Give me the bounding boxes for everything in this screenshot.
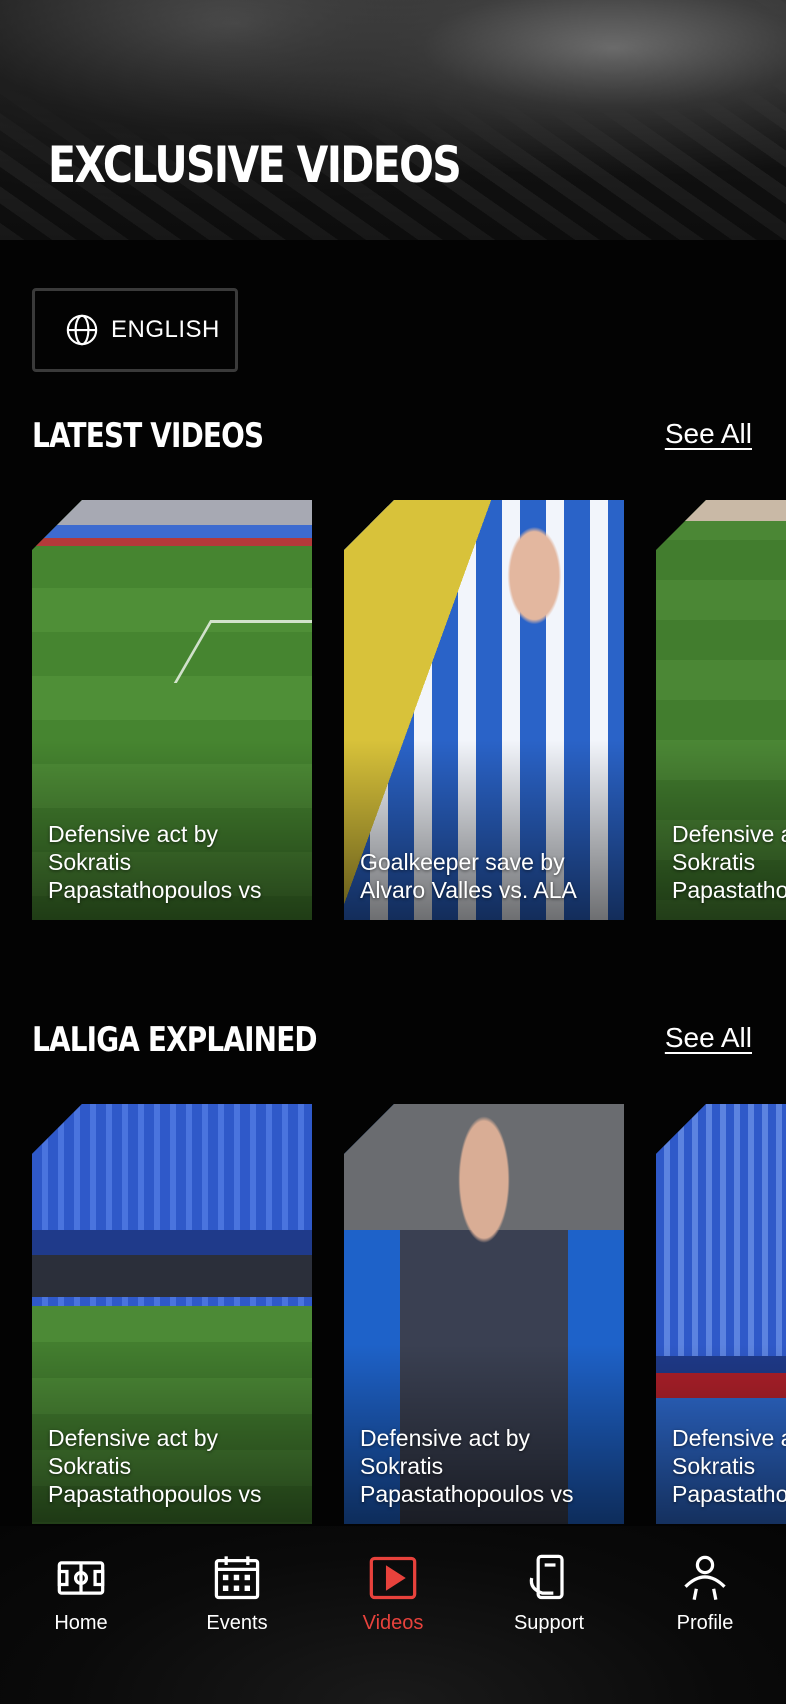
video-card-caption: Defensive act by Sokratis Papastathopoul… <box>360 1425 574 1507</box>
laliga-explained-carousel[interactable]: Defensive act by Sokratis Papastathopoul… <box>0 1104 786 1524</box>
video-card-caption: Defensive act by Sokratis Papastathopoul… <box>672 1425 786 1507</box>
video-card-caption: Defensive act by Sokratis Papastathopoul… <box>48 821 262 903</box>
nav-label-support: Support <box>513 1612 585 1634</box>
nav-label-profile: Profile <box>676 1612 734 1634</box>
video-card[interactable]: Defensive act by Sokratis Papastathopoul… <box>656 1104 786 1524</box>
see-all-latest-videos-link[interactable]: See All <box>665 418 752 450</box>
video-card[interactable]: Defensive act by Sokratis Papastathopoul… <box>32 1104 312 1524</box>
section-title-latest-videos: LATEST VIDEOS <box>32 416 264 456</box>
hero-banner: EXCLUSIVE VIDEOS <box>0 0 786 240</box>
profile-icon <box>684 1555 726 1600</box>
video-card-caption: Defensive act by Sokratis Papastathopoul… <box>48 1425 262 1507</box>
nav-item-videos[interactable]: Videos <box>333 1552 453 1635</box>
language-selector-button[interactable]: ENGLISH <box>32 288 238 372</box>
calendar-icon <box>214 1556 260 1600</box>
support-icon <box>529 1554 564 1600</box>
page-title: EXCLUSIVE VIDEOS <box>48 136 462 194</box>
video-card-caption: Defensive act by Sokratis Papastathopoul… <box>672 821 786 903</box>
globe-icon <box>66 314 98 346</box>
video-card-caption: Goalkeeper save by Alvaro Valles vs. ALA <box>360 849 577 903</box>
stadium-icon <box>57 1561 105 1595</box>
see-all-laliga-explained-link[interactable]: See All <box>665 1022 752 1054</box>
nav-label-videos: Videos <box>362 1612 424 1634</box>
bottom-navigation: Home Events Videos Support Profile <box>0 1526 786 1704</box>
language-label: ENGLISH <box>111 316 220 343</box>
nav-item-support[interactable]: Support <box>489 1552 609 1635</box>
video-card[interactable]: Defensive act by Sokratis Papastathopoul… <box>32 500 312 920</box>
nav-item-home[interactable]: Home <box>21 1552 141 1635</box>
nav-label-events: Events <box>206 1612 268 1634</box>
video-card[interactable]: Defensive act by Sokratis Papastathopoul… <box>344 1104 624 1524</box>
section-title-laliga-explained: LALIGA EXPLAINED <box>32 1020 318 1060</box>
nav-item-profile[interactable]: Profile <box>645 1552 765 1635</box>
play-icon <box>369 1556 417 1600</box>
latest-videos-carousel[interactable]: Defensive act by Sokratis Papastathopoul… <box>0 500 786 920</box>
video-card[interactable]: Goalkeeper save by Alvaro Valles vs. ALA <box>344 500 624 920</box>
nav-item-events[interactable]: Events <box>177 1552 297 1635</box>
nav-label-home: Home <box>54 1612 108 1634</box>
video-card[interactable]: Defensive act by Sokratis Papastathopoul… <box>656 500 786 920</box>
